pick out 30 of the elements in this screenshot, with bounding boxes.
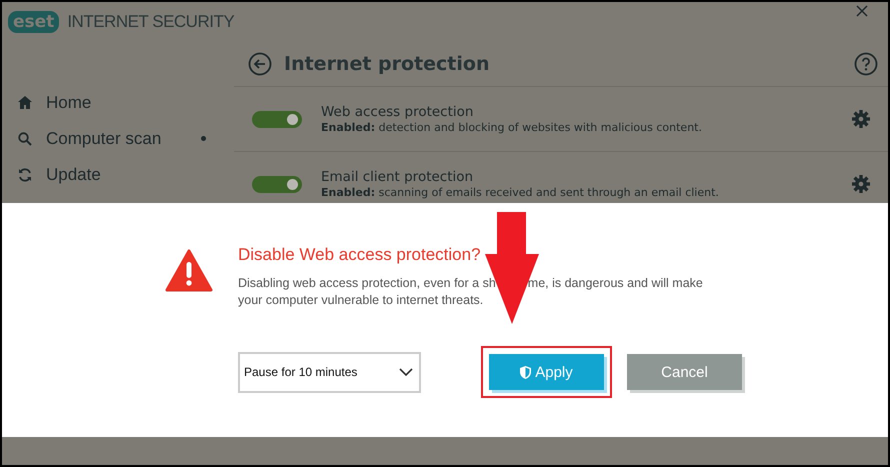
search-icon: [18, 132, 32, 146]
sidebar-item[interactable]: Home: [2, 90, 234, 115]
warning-icon: [165, 249, 213, 293]
feature-description: Enabled: scanning of emails received and sent through an email client.: [321, 186, 719, 199]
settings-icon[interactable]: [852, 175, 870, 193]
toggle-switch[interactable]: [252, 176, 302, 192]
feature-name: Web access protection: [321, 104, 474, 120]
dialog-message: your computer vulnerable to internet threats.: [238, 292, 484, 309]
cancel-button[interactable]: Cancel: [627, 354, 742, 390]
home-icon: [18, 96, 32, 109]
sidebar-item[interactable]: Update: [2, 162, 234, 187]
apply-button[interactable]: Apply: [489, 354, 604, 390]
app-title: INTERNET SECURITY: [67, 12, 234, 32]
sidebar-item[interactable]: Computer scan: [2, 126, 234, 151]
duration-dropdown[interactable]: Pause for 10 minutes: [238, 352, 421, 392]
settings-icon[interactable]: [852, 110, 870, 128]
logo: eset: [8, 11, 60, 33]
page-title: Internet protection: [284, 53, 490, 75]
shield-icon: [520, 366, 532, 378]
dialog-title: Disable Web access protection?: [238, 245, 482, 265]
chevron-icon: [399, 368, 413, 376]
back-icon[interactable]: [248, 52, 272, 76]
feature-description: Enabled: detection and blocking of websites with malicious content.: [321, 121, 702, 134]
feature-name: Email client protection: [321, 169, 474, 185]
dialog-message: me, is dangerous and will make: [528, 275, 703, 292]
close-icon[interactable]: [856, 5, 868, 17]
help-icon[interactable]: [854, 52, 878, 76]
refresh-icon: [18, 168, 32, 182]
toggle-switch[interactable]: [252, 110, 302, 128]
dialog-message: Disabling web access protection, even for a sh: [238, 275, 496, 292]
